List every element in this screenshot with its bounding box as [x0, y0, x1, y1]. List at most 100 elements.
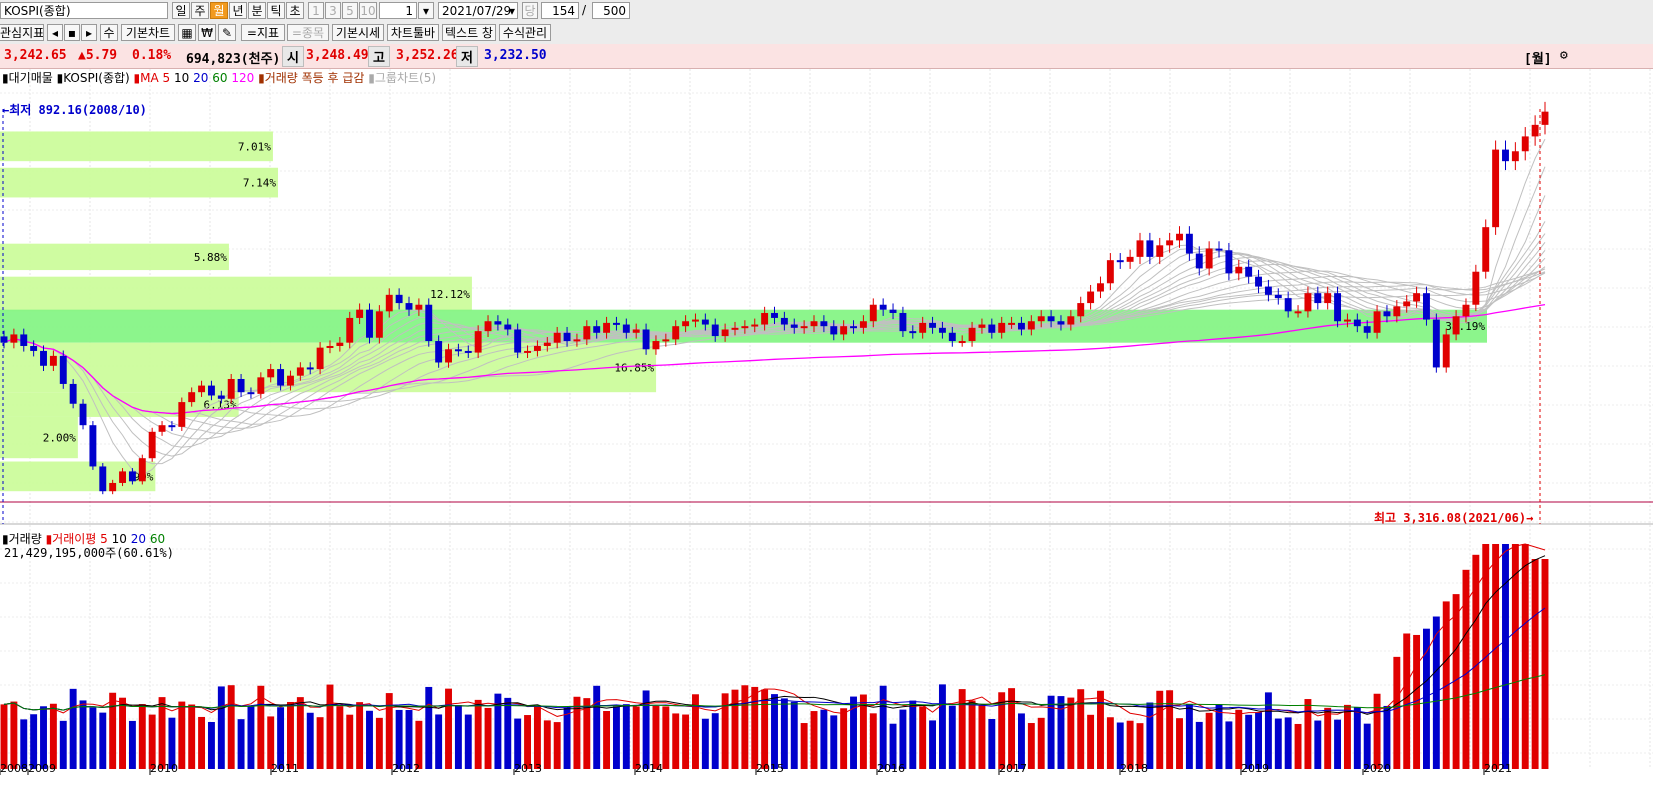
won-icon[interactable]: ₩ [198, 24, 216, 41]
count-input[interactable]: 154 [541, 2, 579, 19]
candle-body [780, 317, 788, 325]
volume-bar [573, 696, 581, 769]
volume-bar [109, 692, 117, 769]
candle-body [1215, 248, 1223, 251]
volume-bar [1541, 559, 1549, 769]
candle-body [1274, 294, 1282, 299]
interval-input[interactable]: 1 [379, 2, 417, 19]
basic-quote-button[interactable]: 기본시세 [332, 24, 384, 41]
legend-volume-surge[interactable]: ▮거래량 폭등 후 급감 [258, 71, 364, 85]
watch-indicator-button[interactable]: 관심지표 [0, 24, 44, 41]
candle-body [603, 322, 611, 333]
settings-icon[interactable]: ⚙ [1560, 48, 1568, 63]
volume-profile-label: 12.12% [430, 288, 470, 301]
text-window-button[interactable]: 텍스트 창 [442, 24, 496, 41]
date-input[interactable]: 2021/07/29 ▾ [438, 2, 518, 19]
volume-bar [375, 717, 383, 769]
candle-body [1255, 276, 1262, 287]
candle-body [701, 319, 709, 325]
volume-bar [346, 714, 354, 769]
volume-bar [1274, 718, 1282, 769]
candle-body [820, 321, 828, 327]
candle-body [731, 327, 739, 330]
legend-kospi[interactable]: ▮KOSPI(종합) [57, 71, 130, 85]
scroll-right-icon[interactable]: ▸ [81, 24, 97, 41]
scroll-left-icon[interactable]: ◂ [47, 24, 63, 41]
volume-bar [771, 694, 778, 769]
candle-body [1225, 250, 1233, 274]
volume-bar [780, 698, 788, 769]
indicator-button[interactable]: =지표 [241, 24, 285, 41]
candle-body [30, 345, 38, 351]
volume-bar [484, 707, 492, 769]
period-tick-button[interactable]: 틱 [267, 2, 285, 19]
symbol-input[interactable]: KOSPI(종합) [0, 2, 168, 19]
candle-body [474, 331, 482, 353]
period-year-button[interactable]: 년 [229, 2, 247, 19]
interval-dropdown-icon[interactable]: ▾ [418, 2, 434, 19]
candle-body [227, 378, 235, 399]
candle-body [1393, 306, 1401, 317]
x-axis-label: 2013 [514, 762, 542, 775]
chart-canvas[interactable]: 7.01%7.14%5.88%12.12%38.19%16.85%6.13%2.… [0, 69, 1653, 812]
candle-body [1017, 322, 1025, 330]
volume-bar [593, 685, 601, 769]
volume-bar [395, 709, 403, 769]
formula-management-button[interactable]: 수식관리 [499, 24, 551, 41]
candle-body [524, 350, 532, 353]
volume-bar [1185, 704, 1193, 769]
period-week-button[interactable]: 주 [191, 2, 209, 19]
toolbar-row-2: 관심지표 ◂ ▪ ▸ 수 기본차트 ▦ ₩ ✎ =지표 =종목 기본시세 차트툴… [0, 22, 1653, 45]
interval-3-button[interactable]: 3 [325, 2, 341, 19]
candle-body [840, 326, 848, 335]
legend-group-chart[interactable]: ▮그룹차트(5) [368, 71, 436, 85]
chevron-down-icon[interactable]: ▾ [509, 3, 515, 18]
legend-kospi-label: KOSPI(종합) [63, 71, 130, 85]
dang-button[interactable]: 당 [522, 2, 538, 19]
volume-bar [1156, 690, 1164, 769]
su-button[interactable]: 수 [100, 24, 118, 41]
volume-bar [1146, 702, 1154, 769]
volume-bar [899, 709, 907, 769]
period-minute-button[interactable]: 분 [248, 2, 266, 19]
period-day-button[interactable]: 일 [172, 2, 190, 19]
grid-icon[interactable]: ▦ [178, 24, 196, 41]
candle-body [336, 342, 344, 346]
volume-bar [326, 684, 334, 769]
legend-supply[interactable]: ▮대기매물 [2, 71, 53, 85]
current-price: 3,242.65 [4, 48, 67, 63]
volume-bar [1442, 601, 1450, 769]
volume-bar [1343, 704, 1351, 769]
total-input[interactable]: 500 [592, 2, 630, 19]
stop-icon[interactable]: ▪ [64, 24, 80, 41]
volume-bar [929, 720, 937, 769]
basic-chart-button[interactable]: 기본차트 [121, 24, 175, 41]
candle-body [662, 339, 670, 342]
interval-1-button[interactable]: 1 [308, 2, 324, 19]
volume-bar [1502, 544, 1509, 769]
interval-10-button[interactable]: 10 [359, 2, 377, 19]
x-axis-label: 2015 [756, 762, 784, 775]
wrench-icon[interactable]: ✎ [218, 24, 236, 41]
volume-bar [1403, 633, 1411, 769]
legend-group-chart-label: 그룹차트(5) [374, 71, 437, 85]
candle-body [1373, 311, 1381, 333]
period-second-button[interactable]: 초 [286, 2, 304, 19]
candle-body [1126, 256, 1134, 262]
candle-body [1482, 227, 1490, 272]
volume-bar [1087, 714, 1095, 769]
interval-5-button[interactable]: 5 [342, 2, 358, 19]
candle-body [59, 355, 67, 384]
period-month-button[interactable]: 월 [210, 2, 228, 19]
item-button[interactable]: =종목 [287, 24, 329, 41]
x-axis-label: 2012 [392, 762, 420, 775]
candle-body [435, 341, 443, 363]
candle-body [1037, 316, 1045, 322]
candle-body [148, 431, 156, 459]
candle-body [1195, 253, 1203, 269]
legend-ma[interactable]: ▮MA [134, 71, 159, 85]
volume-bar [1521, 544, 1529, 769]
chart-toolbar-button[interactable]: 차트툴바 [387, 24, 439, 41]
volume-bar [662, 706, 670, 769]
volume-bar [1314, 720, 1322, 769]
